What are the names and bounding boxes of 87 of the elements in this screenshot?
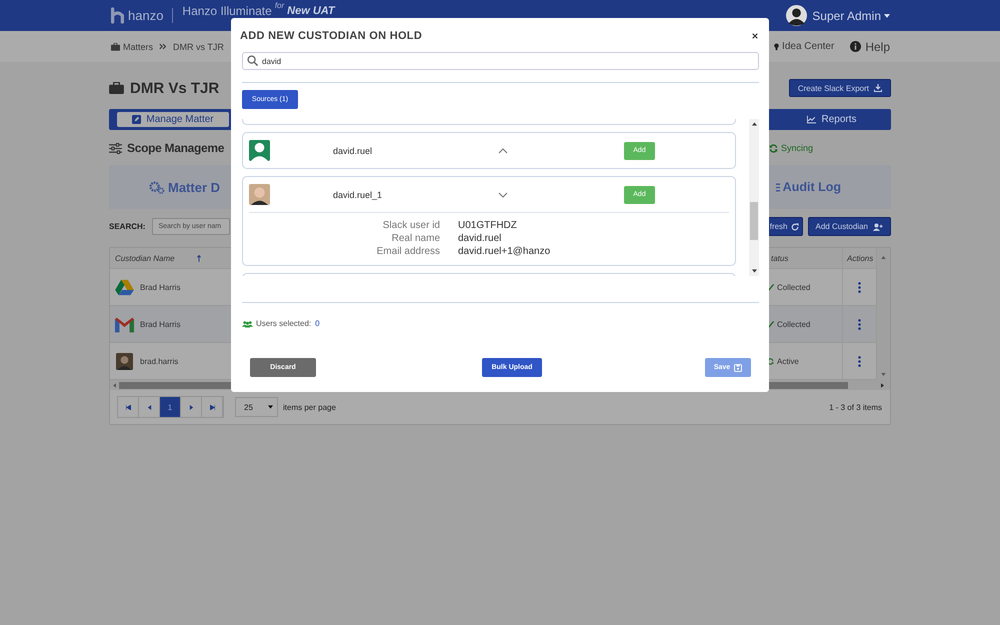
environment-label: New UAT <box>287 6 335 17</box>
top-link[interactable]: Idea Center <box>782 41 834 52</box>
action-button[interactable]: fresh <box>768 217 803 236</box>
dropdown-caret-icon <box>268 405 273 409</box>
app-for-label: for <box>274 1 284 11</box>
detail-label: Real name <box>390 232 440 245</box>
drive-icon <box>115 278 134 296</box>
avatar-icon <box>249 140 270 161</box>
briefcase-icon <box>109 82 124 94</box>
gears-icon[interactable] <box>149 180 165 194</box>
dialog-title: ADD NEW CUSTODIAN ON HOLD <box>240 30 422 42</box>
scrollbar[interactable] <box>749 119 759 276</box>
items-summary: 1 - 3 of 3 items <box>829 402 882 412</box>
section-heading: Scope Manageme <box>127 141 224 155</box>
mail-icon <box>115 316 134 332</box>
page-size-dropdown[interactable]: 25 <box>235 397 278 417</box>
avatar-icon <box>249 184 270 205</box>
add-user-icon <box>873 222 883 230</box>
next-icon <box>188 404 194 410</box>
scroll-thumb[interactable] <box>750 202 758 240</box>
chevron-icon[interactable] <box>498 192 508 198</box>
breadcrumb-link[interactable]: DMR vs TJR <box>173 42 224 52</box>
chart-icon <box>807 115 816 124</box>
list-icon[interactable] <box>776 182 780 192</box>
user-avatar-icon[interactable] <box>786 5 808 26</box>
refresh-icon <box>790 222 799 230</box>
search-field[interactable]: david <box>242 52 759 70</box>
chevron-icon <box>159 43 168 50</box>
help-icon[interactable] <box>850 41 862 52</box>
status-text: Collected <box>777 282 810 292</box>
sync-icon <box>768 144 778 152</box>
panel-link[interactable]: Audit Log <box>782 180 841 194</box>
close-icon[interactable] <box>752 33 758 39</box>
custodian-name: brad.harris <box>140 356 178 366</box>
user-name: david.ruel <box>333 146 374 156</box>
kebab-menu-icon[interactable] <box>858 282 861 292</box>
tab[interactable]: Manage Matter <box>117 112 229 127</box>
breadcrumb-link[interactable]: Matters <box>123 42 154 52</box>
kebab-menu-icon[interactable] <box>858 318 861 330</box>
avatar-icon <box>115 352 134 370</box>
export-button[interactable]: Create Slack Export <box>788 79 891 97</box>
status-text: Collected <box>777 320 810 328</box>
detail-value: U01GTFHDZ <box>458 219 518 232</box>
column-header[interactable]: Custodian Name <box>115 254 175 262</box>
detail-value: david.ruel <box>458 232 502 245</box>
custodian-name: Brad Harris <box>140 282 180 292</box>
column-header[interactable]: Actions <box>847 254 874 262</box>
custodian-name: Brad Harris <box>140 320 180 328</box>
briefcase-icon <box>111 42 120 50</box>
detail-value: david.ruel+1@hanzo <box>458 245 552 258</box>
detail-label: Slack user id <box>382 219 440 232</box>
sliders-icon <box>109 142 122 154</box>
chevron-icon[interactable] <box>498 148 508 154</box>
sync-status: Syncing <box>780 143 813 153</box>
page-button[interactable]: 1 <box>160 397 181 417</box>
detail-label: Email address <box>376 245 440 258</box>
logo-icon <box>111 7 124 24</box>
kebab-menu-icon[interactable] <box>858 356 861 366</box>
logo-text: hanzo <box>128 8 164 23</box>
selected-count: 0 <box>315 319 320 328</box>
download-icon <box>874 84 882 92</box>
save-icon <box>734 364 742 372</box>
users-icon <box>242 320 253 328</box>
lightbulb-icon[interactable] <box>774 42 780 50</box>
search-icon <box>247 55 258 66</box>
previous-icon <box>146 404 152 410</box>
tab[interactable]: Reports <box>776 112 888 127</box>
pencil-icon <box>132 115 142 124</box>
last-page-icon <box>210 404 214 410</box>
scroll-up-icon[interactable] <box>752 122 756 126</box>
user-name: david.ruel_1 <box>333 190 384 200</box>
matter-title: DMR Vs TJR <box>130 80 220 96</box>
selected-label: Users selected: <box>256 319 312 328</box>
page-size-label: items per page <box>283 402 336 412</box>
action-button[interactable]: Add Custodian <box>808 217 891 236</box>
app-title: Hanzo Illuminate <box>182 5 272 17</box>
status-text: Active <box>777 356 799 366</box>
column-header[interactable]: tatus <box>771 254 788 262</box>
top-link[interactable]: Help <box>865 40 890 54</box>
sort-arrow-icon[interactable] <box>196 254 201 262</box>
scroll-left-icon[interactable] <box>113 382 116 388</box>
panel-link[interactable]: Matter D <box>168 180 220 194</box>
scroll-right-icon[interactable] <box>881 382 884 388</box>
first-page-icon <box>126 404 130 410</box>
search-label: SEARCH: <box>109 222 146 231</box>
user-menu[interactable]: Super Admin <box>812 8 881 22</box>
caret-icon[interactable] <box>884 14 890 18</box>
